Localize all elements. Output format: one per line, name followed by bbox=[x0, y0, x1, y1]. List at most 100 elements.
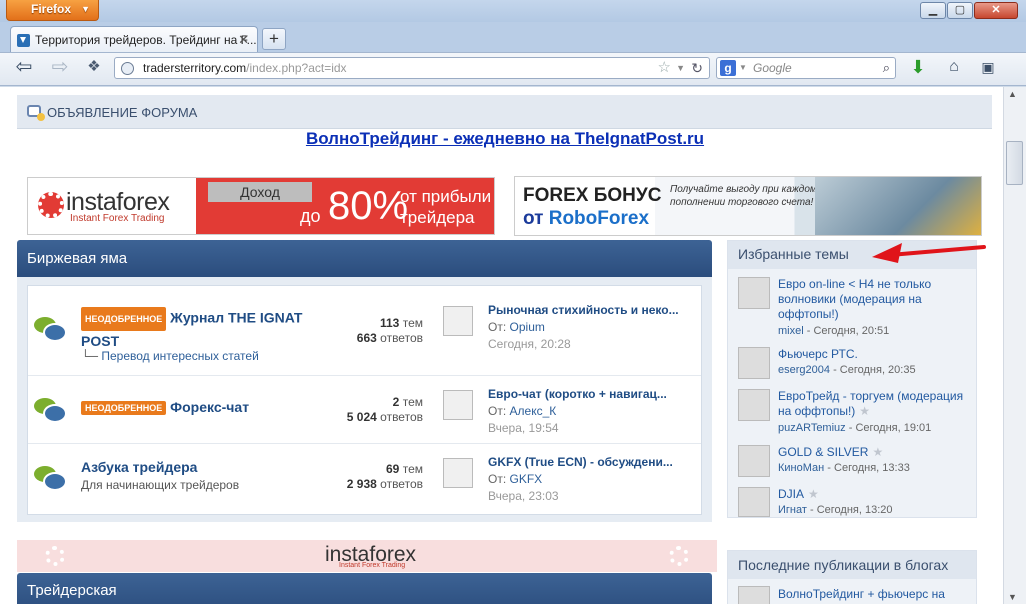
replies-label: ответов bbox=[380, 477, 423, 491]
author-link[interactable]: GKFX bbox=[510, 472, 543, 486]
favorite-topic-link[interactable]: GOLD & SILVER ★ bbox=[778, 445, 883, 460]
back-button[interactable]: ⇦ bbox=[14, 57, 34, 77]
favorite-date: - Сегодня, 13:20 bbox=[809, 504, 893, 516]
url-bar[interactable]: tradersterritory.com/index.php?act=idx ☆… bbox=[114, 57, 710, 79]
favorite-item: Фьючерс РТС. eserg2004 - Сегодня, 20:35 bbox=[738, 347, 973, 381]
last-post-avatar[interactable] bbox=[443, 306, 473, 336]
home-icon[interactable]: ⌂ bbox=[944, 57, 964, 77]
browser-tab[interactable]: Территория трейдеров. Трейдинг на F... ✕ bbox=[10, 26, 258, 53]
favorite-date: - Сегодня, 13:33 bbox=[827, 462, 910, 474]
user-avatar[interactable] bbox=[738, 347, 770, 379]
maximize-button[interactable]: ▢ bbox=[947, 2, 973, 19]
user-avatar[interactable] bbox=[738, 389, 770, 421]
favorite-topic-link[interactable]: DJIA ★ bbox=[778, 487, 819, 502]
user-avatar[interactable] bbox=[738, 487, 770, 517]
favorite-author[interactable]: КиноМан bbox=[778, 462, 824, 474]
last-post-date: Вчера, 23:03 bbox=[488, 489, 559, 503]
instaforex-strip-banner[interactable]: instaforex Instant Forex Trading bbox=[17, 540, 717, 572]
scroll-thumb[interactable] bbox=[1006, 141, 1023, 185]
last-post-title[interactable]: Рыночная стихийность и неко... bbox=[488, 303, 679, 317]
minimize-button[interactable]: ▁ bbox=[920, 2, 946, 19]
reload-icon[interactable]: ↻ bbox=[691, 58, 703, 78]
last-post-avatar[interactable] bbox=[443, 458, 473, 488]
instaforex-logo-icon bbox=[38, 192, 64, 218]
red-arrow-annotation bbox=[872, 243, 986, 263]
roboforex-banner[interactable]: FOREX БОНУС от RoboForex Получайте выгод… bbox=[514, 176, 982, 236]
star-icon[interactable]: ★ bbox=[872, 445, 883, 459]
last-post-title[interactable]: Евро-чат (коротко + навигац... bbox=[488, 387, 667, 401]
star-icon[interactable]: ★ bbox=[859, 404, 870, 418]
forum-title[interactable]: Азбука трейдера bbox=[81, 459, 197, 475]
favorite-topics-panel: Избранные темы Евро on-line < H4 не толь… bbox=[727, 240, 977, 518]
scroll-down-icon[interactable]: ▼ bbox=[1008, 592, 1017, 602]
headline-link[interactable]: ВолноТрейдинг - ежедневно на TheIgnatPos… bbox=[0, 129, 1003, 149]
firefox-menu-button[interactable]: Firefox ▼ bbox=[6, 0, 99, 21]
category2-header[interactable]: Трейдерская bbox=[17, 573, 712, 604]
close-tab-icon[interactable]: ✕ bbox=[238, 32, 249, 48]
forum-row: Азбука трейдера Для начинающих трейдеров… bbox=[28, 444, 701, 514]
user-avatar[interactable] bbox=[738, 586, 770, 604]
banner-prefix: до bbox=[300, 206, 321, 226]
banner-percent: 80% bbox=[328, 184, 409, 228]
banner-label: Доход bbox=[208, 182, 312, 202]
forum-stats: 2 тем 5 024 ответов bbox=[347, 395, 423, 425]
forum-title[interactable]: НЕОДОБРЕННОЕ Форекс-чат bbox=[81, 399, 249, 416]
replies-label: ответов bbox=[380, 410, 423, 424]
favorite-meta: mixel - Сегодня, 20:51 bbox=[778, 325, 889, 337]
engine-dropdown-icon[interactable]: ▼ bbox=[739, 58, 747, 78]
favorite-author[interactable]: eserg2004 bbox=[778, 364, 830, 376]
blog-posts-panel: Последние публикации в блогах ВолноТрейд… bbox=[727, 550, 977, 604]
blog-post-link[interactable]: ВолноТрейдинг + фьючерс на bbox=[778, 587, 945, 601]
favorite-topic-link[interactable]: Евро on-line < H4 не только волновики (м… bbox=[778, 277, 968, 322]
bookmark-star-icon[interactable]: ☆ bbox=[658, 58, 671, 78]
topics-count: 113 bbox=[380, 316, 400, 330]
favorite-item: GOLD & SILVER ★ КиноМан - Сегодня, 13:33 bbox=[738, 445, 973, 479]
instaforex-banner[interactable]: instaforex Instant Forex Trading Доход д… bbox=[27, 177, 495, 235]
author-link[interactable]: Opium bbox=[510, 320, 545, 334]
star-icon[interactable]: ★ bbox=[808, 487, 819, 501]
author-label: От: bbox=[488, 404, 507, 418]
new-tab-button[interactable]: + bbox=[262, 28, 286, 50]
search-icon[interactable]: ⌕ bbox=[883, 58, 890, 78]
gear-icon bbox=[669, 546, 689, 566]
favorite-topic-link[interactable]: Фьючерс РТС. bbox=[778, 347, 858, 362]
forum-row: НЕОДОБРЕННОЕ Журнал THE IGNAT POST └─ Пе… bbox=[28, 286, 701, 376]
bookmarks-menu-icon[interactable]: ▣ bbox=[978, 57, 998, 77]
favorite-topic-title: ЕвроТрейд - торгуем (модерация на оффтоп… bbox=[778, 389, 964, 418]
favorite-author[interactable]: puzARTemiuz bbox=[778, 422, 846, 434]
author-link[interactable]: Алекс_К bbox=[510, 404, 557, 418]
gear-icon bbox=[45, 546, 65, 566]
google-engine-icon[interactable]: g bbox=[720, 60, 736, 76]
favorite-topic-title: DJIA bbox=[778, 487, 805, 501]
forum-stats: 69 тем 2 938 ответов bbox=[347, 462, 423, 492]
page-scrollbar[interactable]: ▲ ▼ bbox=[1003, 87, 1026, 604]
forum-stats: 113 тем 663 ответов bbox=[357, 316, 423, 346]
last-post-date: Сегодня, 20:28 bbox=[488, 337, 571, 351]
user-avatar[interactable] bbox=[738, 445, 770, 477]
favorite-author[interactable]: mixel bbox=[778, 325, 804, 337]
url-host: tradersterritory.com bbox=[143, 61, 247, 75]
replies-count: 5 024 bbox=[346, 410, 377, 424]
subforum-link[interactable]: Перевод интересных статей bbox=[101, 349, 258, 363]
banner2-brand: RoboForex bbox=[548, 208, 650, 229]
close-window-button[interactable]: ✕ bbox=[974, 2, 1018, 19]
scroll-up-icon[interactable]: ▲ bbox=[1008, 89, 1017, 99]
downloads-icon[interactable]: ⬇ bbox=[908, 57, 928, 77]
forward-button[interactable]: ⇨ bbox=[50, 57, 70, 77]
url-history-dropdown-icon[interactable]: ▼ bbox=[676, 58, 685, 78]
addons-icon[interactable]: ❖ bbox=[84, 57, 104, 77]
search-bar[interactable]: g ▼ Google ⌕ bbox=[716, 57, 896, 79]
last-post-avatar[interactable] bbox=[443, 390, 473, 420]
favorite-author[interactable]: Игнат bbox=[778, 504, 807, 516]
favorite-topic-link[interactable]: ЕвроТрейд - торгуем (модерация на оффтоп… bbox=[778, 389, 973, 419]
forum-title[interactable]: НЕОДОБРЕННОЕ Журнал THE IGNAT POST bbox=[81, 307, 331, 351]
favorite-date: - Сегодня, 20:35 bbox=[833, 364, 916, 376]
forum-description: Для начинающих трейдеров bbox=[81, 478, 240, 492]
blogs-title: Последние публикации в блогах bbox=[728, 551, 976, 579]
announcement-bar[interactable]: ОБЪЯВЛЕНИЕ ФОРУМА bbox=[17, 95, 992, 129]
last-post-title[interactable]: GKFX (True ECN) - обсуждени... bbox=[488, 455, 673, 469]
topics-label: тем bbox=[402, 395, 423, 409]
user-avatar[interactable] bbox=[738, 277, 770, 309]
banner-logo-sub: Instant Forex Trading bbox=[70, 213, 165, 224]
category-header[interactable]: Биржевая яма bbox=[17, 240, 712, 277]
